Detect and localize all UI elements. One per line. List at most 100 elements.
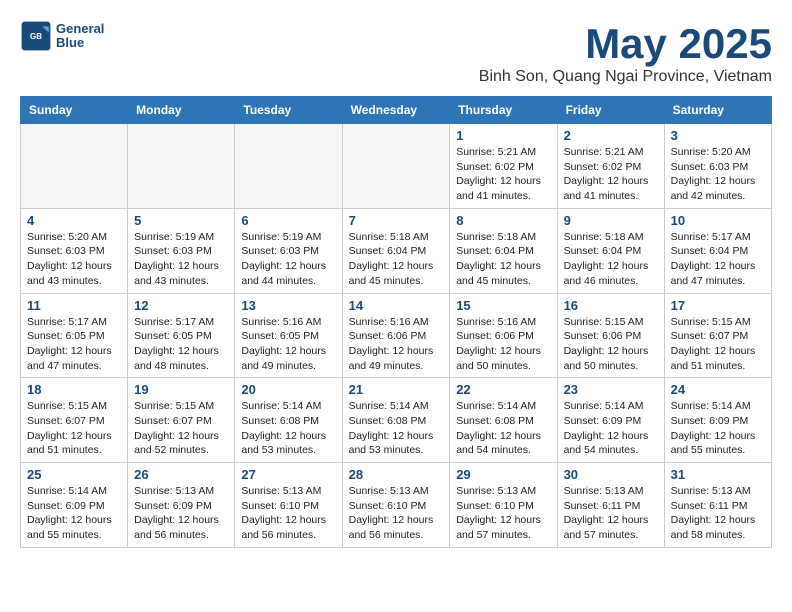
calendar-cell: 23Sunrise: 5:14 AM Sunset: 6:09 PM Dayli…: [557, 378, 664, 463]
day-number: 13: [241, 298, 335, 313]
day-number: 16: [564, 298, 658, 313]
day-info: Sunrise: 5:13 AM Sunset: 6:10 PM Dayligh…: [456, 484, 550, 543]
day-number: 2: [564, 128, 658, 143]
week-row-4: 18 Sunrise: 5:15 AM Sunset: 6:07 PM Dayli…: [21, 378, 772, 463]
calendar-cell: 26 Sunrise: 5:13 AM Sunset: 6:09 PM Dayli…: [128, 463, 235, 548]
day-info: Sunrise: 5:13 AM Sunset: 6:11 PM Dayligh…: [671, 484, 765, 543]
header-row: SundayMondayTuesdayWednesdayThursdayFrid…: [21, 97, 772, 124]
calendar-cell: 30Sunrise: 5:13 AM Sunset: 6:11 PM Dayli…: [557, 463, 664, 548]
day-info: Sunrise: 5:18 AM Sunset: 6:04 PM Dayligh…: [349, 230, 444, 289]
calendar-subtitle: Binh Son, Quang Ngai Province, Vietnam: [479, 68, 772, 86]
day-info: Sunrise: 5:15 AM Sunset: 6:07 PM Dayligh…: [671, 315, 765, 374]
day-info: Sunrise: 5:21 AM Sunset: 6:02 PM Dayligh…: [564, 145, 658, 204]
calendar-cell: 28Sunrise: 5:13 AM Sunset: 6:10 PM Dayli…: [342, 463, 450, 548]
day-info: Sunrise: 5:15 AM Sunset: 6:07 PM Dayligh…: [134, 399, 228, 458]
day-number: 20: [241, 382, 335, 397]
calendar-table: SundayMondayTuesdayWednesdayThursdayFrid…: [20, 96, 772, 548]
day-number: 23: [564, 382, 658, 397]
logo-line2: Blue: [56, 36, 104, 50]
calendar-cell: 31 Sunrise: 5:13 AM Sunset: 6:11 PM Dayli…: [664, 463, 771, 548]
calendar-cell: 15Sunrise: 5:16 AM Sunset: 6:06 PM Dayli…: [450, 293, 557, 378]
day-info: Sunrise: 5:16 AM Sunset: 6:06 PM Dayligh…: [349, 315, 444, 374]
day-info: Sunrise: 5:17 AM Sunset: 6:05 PM Dayligh…: [134, 315, 228, 374]
calendar-cell: 9Sunrise: 5:18 AM Sunset: 6:04 PM Daylig…: [557, 208, 664, 293]
calendar-cell: 6Sunrise: 5:19 AM Sunset: 6:03 PM Daylig…: [235, 208, 342, 293]
day-info: Sunrise: 5:15 AM Sunset: 6:07 PM Dayligh…: [27, 399, 121, 458]
day-number: 30: [564, 467, 658, 482]
day-info: Sunrise: 5:20 AM Sunset: 6:03 PM Dayligh…: [671, 145, 765, 204]
day-number: 19: [134, 382, 228, 397]
calendar-cell: 17 Sunrise: 5:15 AM Sunset: 6:07 PM Dayli…: [664, 293, 771, 378]
day-number: 27: [241, 467, 335, 482]
day-number: 6: [241, 213, 335, 228]
day-header-tuesday: Tuesday: [235, 97, 342, 124]
day-info: Sunrise: 5:13 AM Sunset: 6:09 PM Dayligh…: [134, 484, 228, 543]
day-header-wednesday: Wednesday: [342, 97, 450, 124]
day-number: 11: [27, 298, 121, 313]
calendar-cell: 10Sunrise: 5:17 AM Sunset: 6:04 PM Dayli…: [664, 208, 771, 293]
day-number: 8: [456, 213, 550, 228]
calendar-cell: 16 Sunrise: 5:15 AM Sunset: 6:06 PM Dayli…: [557, 293, 664, 378]
logo-icon: GB: [20, 20, 52, 52]
day-info: Sunrise: 5:16 AM Sunset: 6:05 PM Dayligh…: [241, 315, 335, 374]
day-info: Sunrise: 5:14 AM Sunset: 6:08 PM Dayligh…: [349, 399, 444, 458]
calendar-cell: 4 Sunrise: 5:20 AM Sunset: 6:03 PM Daylig…: [21, 208, 128, 293]
svg-text:GB: GB: [30, 32, 42, 41]
calendar-cell: 18 Sunrise: 5:15 AM Sunset: 6:07 PM Dayli…: [21, 378, 128, 463]
day-number: 1: [456, 128, 550, 143]
logo-text: General Blue: [56, 22, 104, 51]
calendar-cell: [235, 124, 342, 209]
calendar-cell: 24 Sunrise: 5:14 AM Sunset: 6:09 PM Dayli…: [664, 378, 771, 463]
week-row-3: 11 Sunrise: 5:17 AM Sunset: 6:05 PM Dayli…: [21, 293, 772, 378]
calendar-cell: 19 Sunrise: 5:15 AM Sunset: 6:07 PM Dayli…: [128, 378, 235, 463]
day-number: 3: [671, 128, 765, 143]
day-info: Sunrise: 5:14 AM Sunset: 6:09 PM Dayligh…: [671, 399, 765, 458]
week-row-5: 25 Sunrise: 5:14 AM Sunset: 6:09 PM Dayli…: [21, 463, 772, 548]
calendar-cell: 27 Sunrise: 5:13 AM Sunset: 6:10 PM Dayli…: [235, 463, 342, 548]
calendar-cell: 29Sunrise: 5:13 AM Sunset: 6:10 PM Dayli…: [450, 463, 557, 548]
calendar-cell: [342, 124, 450, 209]
day-header-sunday: Sunday: [21, 97, 128, 124]
calendar-cell: 14Sunrise: 5:16 AM Sunset: 6:06 PM Dayli…: [342, 293, 450, 378]
calendar-cell: 7 Sunrise: 5:18 AM Sunset: 6:04 PM Daylig…: [342, 208, 450, 293]
calendar-cell: 12 Sunrise: 5:17 AM Sunset: 6:05 PM Dayli…: [128, 293, 235, 378]
day-info: Sunrise: 5:18 AM Sunset: 6:04 PM Dayligh…: [456, 230, 550, 289]
day-number: 4: [27, 213, 121, 228]
day-info: Sunrise: 5:15 AM Sunset: 6:06 PM Dayligh…: [564, 315, 658, 374]
day-number: 10: [671, 213, 765, 228]
day-number: 9: [564, 213, 658, 228]
calendar-cell: 5Sunrise: 5:19 AM Sunset: 6:03 PM Daylig…: [128, 208, 235, 293]
day-number: 15: [456, 298, 550, 313]
logo-line1: General: [56, 22, 104, 36]
calendar-cell: 3 Sunrise: 5:20 AM Sunset: 6:03 PM Daylig…: [664, 124, 771, 209]
calendar-title: May 2025: [479, 20, 772, 68]
day-info: Sunrise: 5:14 AM Sunset: 6:09 PM Dayligh…: [27, 484, 121, 543]
day-info: Sunrise: 5:13 AM Sunset: 6:10 PM Dayligh…: [241, 484, 335, 543]
week-row-2: 4 Sunrise: 5:20 AM Sunset: 6:03 PM Daylig…: [21, 208, 772, 293]
day-info: Sunrise: 5:20 AM Sunset: 6:03 PM Dayligh…: [27, 230, 121, 289]
calendar-cell: 22 Sunrise: 5:14 AM Sunset: 6:08 PM Dayli…: [450, 378, 557, 463]
day-info: Sunrise: 5:14 AM Sunset: 6:08 PM Dayligh…: [456, 399, 550, 458]
day-info: Sunrise: 5:19 AM Sunset: 6:03 PM Dayligh…: [134, 230, 228, 289]
day-header-monday: Monday: [128, 97, 235, 124]
logo: GB General Blue: [20, 20, 104, 52]
calendar-cell: [128, 124, 235, 209]
calendar-cell: 11Sunrise: 5:17 AM Sunset: 6:05 PM Dayli…: [21, 293, 128, 378]
calendar-cell: [21, 124, 128, 209]
calendar-cell: 25 Sunrise: 5:14 AM Sunset: 6:09 PM Dayli…: [21, 463, 128, 548]
day-info: Sunrise: 5:14 AM Sunset: 6:08 PM Dayligh…: [241, 399, 335, 458]
day-number: 25: [27, 467, 121, 482]
calendar-cell: 1 Sunrise: 5:21 AM Sunset: 6:02 PM Daylig…: [450, 124, 557, 209]
calendar-cell: 21Sunrise: 5:14 AM Sunset: 6:08 PM Dayli…: [342, 378, 450, 463]
calendar-cell: 13 Sunrise: 5:16 AM Sunset: 6:05 PM Dayli…: [235, 293, 342, 378]
day-info: Sunrise: 5:21 AM Sunset: 6:02 PM Dayligh…: [456, 145, 550, 204]
day-number: 17: [671, 298, 765, 313]
day-number: 7: [349, 213, 444, 228]
day-number: 31: [671, 467, 765, 482]
day-number: 26: [134, 467, 228, 482]
day-number: 28: [349, 467, 444, 482]
day-number: 18: [27, 382, 121, 397]
day-number: 24: [671, 382, 765, 397]
day-number: 12: [134, 298, 228, 313]
day-number: 22: [456, 382, 550, 397]
